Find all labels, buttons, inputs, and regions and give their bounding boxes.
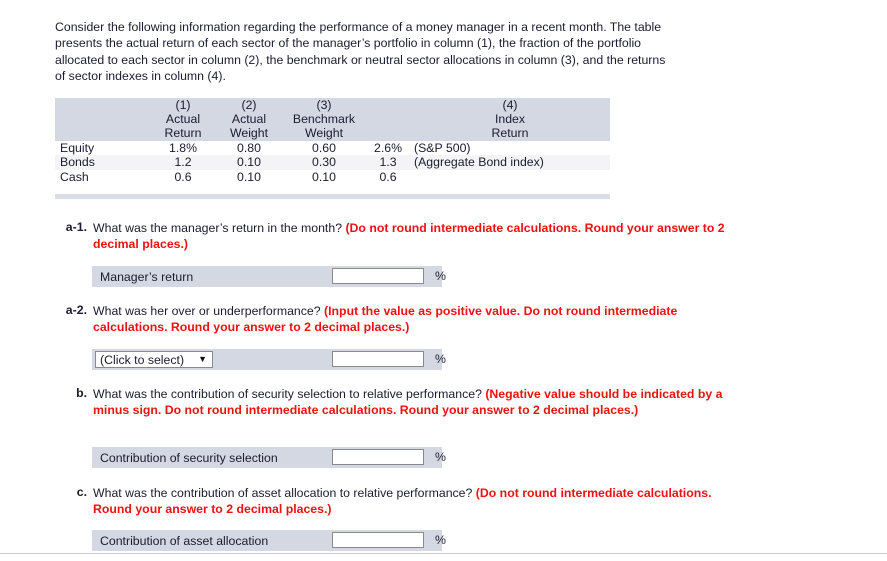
header-actual-return-line2: Return (164, 126, 202, 141)
cell-actual-weight: 0.10 (237, 169, 261, 184)
answer-label-c: Contribution of asset allocation (100, 533, 269, 548)
header-index-return-line2: Return (491, 126, 529, 141)
unit-a1: % (435, 269, 446, 283)
answer-row-b: Contribution of security selection % (92, 447, 446, 468)
cell-index-return: 1.3 (366, 155, 410, 170)
cell-actual-return: 0.6 (174, 169, 192, 184)
cell-actual-weight: 0.10 (216, 155, 282, 170)
answer-label-b: Contribution of security selection (100, 450, 278, 465)
cell-index-return: 2.6% (373, 140, 403, 155)
answer-input-a1[interactable] (332, 268, 424, 284)
header-actual-weight: (2) Actual Weight (216, 98, 282, 141)
answer-row-a2: (Click to select) ▼ % (92, 349, 446, 370)
unit-b: % (435, 450, 446, 464)
answer-input-c[interactable] (332, 532, 424, 548)
question-a1-text: What was the manager’s return in the mon… (93, 220, 725, 253)
bottom-divider (0, 553, 887, 554)
question-a2-text: What was her over or underperformance? (… (93, 303, 725, 336)
question-c-label: c. (76, 485, 87, 499)
unit-a2: % (435, 352, 446, 366)
header-actual-weight-num: (2) (241, 98, 257, 112)
cell-index-name: (Aggregate Bond index) (410, 155, 610, 170)
question-c-text: What was the contribution of asset alloc… (93, 485, 725, 518)
header-benchmark-weight-num: (3) (316, 98, 332, 112)
cell-index-name: (S&P 500) (414, 140, 471, 155)
question-b-prompt: What was the contribution of security se… (93, 387, 486, 401)
question-a2-prompt: What was her over or underperformance? (93, 304, 325, 318)
header-index-return-line1: Index (494, 112, 526, 127)
cell-benchmark-weight: 0.60 (312, 140, 336, 155)
header-benchmark-weight-line1: Benchmark (292, 112, 356, 127)
question-c-prompt: What was the contribution of asset alloc… (93, 486, 476, 500)
performance-attribution-table: (1) Actual Return (2) Actual Weight (3) … (55, 98, 610, 184)
table-header-row: (1) Actual Return (2) Actual Weight (3) … (55, 98, 610, 141)
question-b-label: b. (76, 386, 87, 400)
question-b-text: What was the contribution of security se… (93, 386, 725, 419)
cell-benchmark-weight: 0.30 (282, 155, 366, 170)
header-benchmark-weight: (3) Benchmark Weight (282, 98, 366, 141)
table-header: (1) Actual Return (2) Actual Weight (3) … (55, 98, 610, 141)
answer-row-c: Contribution of asset allocation % (92, 530, 446, 551)
header-sector (55, 98, 150, 141)
answer-label-a1: Manager’s return (100, 269, 194, 284)
header-index-return: (4) Index Return (410, 98, 610, 141)
chevron-down-icon: ▼ (198, 354, 207, 364)
answer-input-b[interactable] (332, 449, 424, 465)
answer-row-a1: Manager’s return % (92, 266, 446, 287)
cell-actual-return: 1.2 (150, 155, 216, 170)
header-index-return-num: (4) (502, 98, 518, 112)
header-actual-return-num: (1) (175, 98, 191, 112)
header-actual-return: (1) Actual Return (150, 98, 216, 141)
intro-paragraph: Consider the following information regar… (55, 20, 666, 83)
header-spacer (366, 98, 410, 141)
cell-actual-return: 1.8% (168, 140, 198, 155)
overperformance-select-value: (Click to select) (100, 352, 185, 367)
cell-sector: Cash (60, 169, 89, 184)
answer-input-a2[interactable] (332, 351, 424, 367)
question-a1-prompt: What was the manager’s return in the mon… (93, 221, 346, 235)
header-actual-weight-line2: Weight (229, 126, 269, 141)
question-a2-label: a-2. (65, 303, 87, 317)
header-actual-return-line1: Actual (165, 112, 201, 127)
cell-sector: Equity (60, 140, 95, 155)
overperformance-select[interactable]: (Click to select) ▼ (95, 351, 213, 368)
question-a1-label: a-1. (65, 220, 87, 234)
cell-index-name (410, 170, 610, 185)
header-actual-weight-line1: Actual (231, 112, 267, 127)
question-page: Consider the following information regar… (0, 0, 887, 561)
cell-actual-weight: 0.80 (237, 140, 261, 155)
table-bottom-bar (55, 194, 610, 199)
table-row: Equity 1.8% 0.80 0.60 2.6% (S&P 500) (55, 141, 610, 156)
header-benchmark-weight-line2: Weight (304, 126, 344, 141)
unit-c: % (435, 533, 446, 547)
table-row: Bonds 1.2 0.10 0.30 1.3 (Aggregate Bond … (55, 155, 610, 170)
table-body: Equity 1.8% 0.80 0.60 2.6% (S&P 500) Bon… (55, 141, 610, 185)
cell-index-return: 0.6 (379, 169, 397, 184)
table-row: Cash 0.6 0.10 0.10 0.6 (55, 170, 610, 185)
cell-sector: Bonds (55, 155, 150, 170)
cell-benchmark-weight: 0.10 (312, 169, 336, 184)
